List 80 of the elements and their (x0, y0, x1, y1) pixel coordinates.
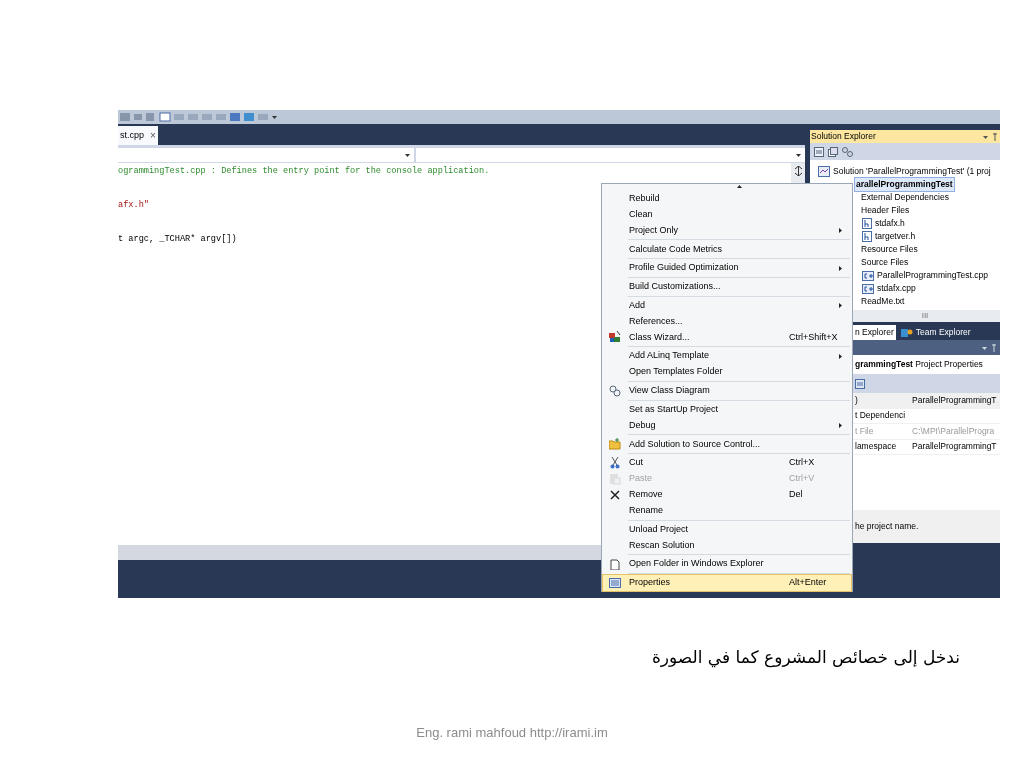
menu-item[interactable]: Debug (603, 417, 851, 434)
tree-item[interactable]: Solution 'ParallelProgrammingTest' (1 proj (832, 165, 992, 178)
scissors-icon (609, 457, 621, 470)
menu-item[interactable]: Cut Ctrl+X (603, 455, 851, 472)
cpp-file-icon (862, 270, 874, 281)
menu-item[interactable]: Project Only (603, 222, 851, 239)
property-value: ParallelProgrammingT (911, 440, 997, 454)
menu-item[interactable]: Add ALinq Template (603, 348, 851, 365)
tree-item[interactable]: stdafx.cpp (876, 282, 917, 295)
property-name: lamespace (855, 440, 897, 454)
close-icon[interactable]: × (150, 128, 156, 143)
scrollbar-grip[interactable]: III (921, 312, 929, 320)
wizard-icon (609, 331, 621, 344)
cpp-file-icon (862, 283, 874, 294)
properties-heading: grammingTest Project Properties (855, 358, 983, 371)
menu-item[interactable]: Calculate Code Metrics (603, 241, 851, 258)
split-icon[interactable] (793, 166, 803, 176)
panel-tab[interactable]: n Explorer (853, 325, 896, 340)
tree-item[interactable]: Resource Files (860, 243, 919, 256)
footer-text: Eng. rami mahfoud http://irami.im (416, 723, 608, 742)
editor-tab[interactable]: st.cpp × (118, 126, 158, 145)
solution-icon (818, 166, 830, 177)
submenu-arrow-icon (839, 265, 842, 271)
document-icon (609, 558, 621, 571)
tree-item[interactable]: arallelProgrammingTest (855, 178, 954, 191)
files-icon[interactable] (828, 146, 838, 157)
menu-item[interactable]: Rename (603, 502, 851, 519)
menu-item[interactable]: Profile Guided Optimization (603, 260, 851, 277)
property-name: ) (855, 393, 858, 407)
code-line: afx.h" (118, 199, 149, 213)
submenu-arrow-icon (839, 303, 842, 309)
tree-item[interactable]: Header Files (860, 204, 911, 217)
tree-item[interactable]: targetver.h (874, 230, 917, 243)
diagram-icon (609, 384, 621, 397)
code-line: t argc, _TCHAR* argv[]) (118, 233, 237, 247)
caption-text: ندخل إلى خصائص المشروع كما في الصورة (650, 646, 961, 670)
menu-item[interactable]: Build Customizations... (603, 279, 851, 295)
tree-item[interactable]: ParallelProgrammingTest.cpp (876, 269, 990, 282)
tree-item[interactable]: stdafx.h (874, 217, 906, 230)
menu-item[interactable]: Clean (603, 206, 851, 223)
property-value: ParallelProgrammingT (911, 393, 997, 407)
code-line: ogrammingTest.cpp : Defines the entry point for the console application. (118, 165, 490, 179)
property-value: C:\MPI\ParallelProgra (911, 424, 995, 438)
tree-item[interactable]: ReadMe.txt (860, 295, 906, 308)
submenu-arrow-icon (839, 353, 842, 359)
scroll-up-icon[interactable] (736, 185, 742, 188)
caret-icon (405, 153, 410, 157)
menu-item[interactable]: Class Wizard... Ctrl+Shift+X (603, 329, 851, 346)
property-name: t Dependenci (855, 409, 906, 423)
menu-item[interactable]: Rebuild (603, 190, 851, 207)
team-icon (900, 327, 913, 338)
class-diagram-icon[interactable] (842, 146, 853, 157)
header-file-icon (862, 231, 872, 242)
submenu-arrow-icon (839, 423, 842, 428)
menu-item[interactable]: Remove Del (603, 486, 851, 503)
tree-item[interactable]: External Dependencies (860, 191, 950, 204)
submenu-arrow-icon (839, 228, 842, 233)
menu-item[interactable]: Open Templates Folder (603, 364, 851, 380)
property-pages-icon[interactable] (855, 378, 865, 389)
menu-item[interactable]: Properties Alt+Enter (603, 574, 851, 591)
menu-item[interactable]: Set as StartUp Project (603, 401, 851, 418)
description-text: he project name. (855, 520, 919, 533)
property-sheet-icon (609, 576, 621, 589)
menu-item[interactable]: View Class Diagram (603, 382, 851, 399)
menu-item[interactable]: Add Solution to Source Control... (603, 436, 851, 453)
tree-item[interactable]: Source Files (860, 256, 910, 269)
close-icon (609, 488, 621, 501)
header-file-icon (862, 218, 872, 229)
pin-icon[interactable] (980, 343, 998, 352)
pin-icon[interactable] (981, 132, 999, 141)
panel-title: Solution Explorer (811, 130, 876, 143)
menu-item[interactable]: Rescan Solution (603, 537, 851, 554)
clipboard-icon (609, 472, 621, 485)
menu-item[interactable]: Unload Project (603, 521, 851, 538)
menu-item[interactable]: Open Folder in Windows Explorer (603, 556, 851, 572)
caret-icon (796, 153, 801, 157)
panel-tab[interactable]: Team Explorer (898, 325, 973, 340)
property-name: t File (855, 424, 874, 438)
properties-icon[interactable] (814, 146, 824, 157)
folder-icon (609, 438, 621, 451)
